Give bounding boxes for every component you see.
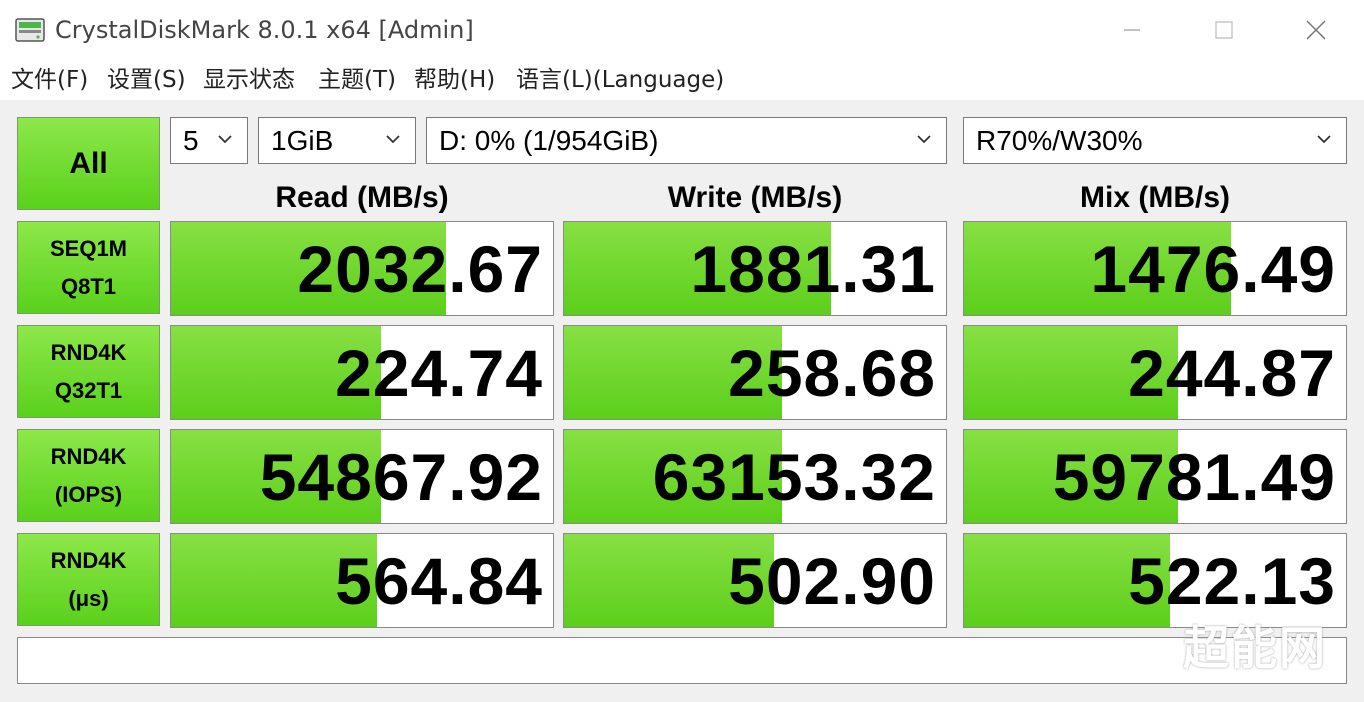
menu-help[interactable]: 帮助(H) — [414, 64, 495, 96]
size-select[interactable]: 1GiB — [258, 117, 416, 164]
test-label-line2: (IOPS) — [54, 481, 123, 507]
result-cell-mix: 244.87 — [963, 325, 1347, 420]
menu-theme[interactable]: 主题(T) — [318, 64, 396, 96]
result-value: 564.84 — [335, 543, 543, 618]
test-label-line1: RND4K — [50, 547, 127, 573]
minimize-icon — [1124, 29, 1140, 31]
drive-value: D: 0% (1/954GiB) — [439, 124, 659, 156]
window-title: CrystalDiskMark 8.0.1 x64 [Admin] — [55, 16, 474, 44]
close-button[interactable] — [1270, 0, 1362, 60]
minimize-button[interactable] — [1086, 0, 1178, 60]
comment-field[interactable] — [17, 637, 1347, 684]
result-value: 63153.32 — [652, 439, 936, 514]
result-cell-write: 1881.31 — [563, 221, 947, 316]
result-value: 54867.92 — [259, 439, 543, 514]
rnd4k-q32t1-button[interactable]: RND4K Q32T1 — [17, 325, 160, 418]
close-icon — [1306, 20, 1326, 40]
menu-file[interactable]: 文件(F) — [11, 64, 88, 96]
app-icon — [15, 18, 45, 42]
test-label-line2: Q8T1 — [60, 273, 117, 299]
drive-select[interactable]: D: 0% (1/954GiB) — [426, 117, 947, 164]
chevron-down-icon — [917, 135, 931, 144]
menu-bar: 文件(F) 设置(S) 显示状态 主题(T) 帮助(H) 语言(L)(Langu… — [0, 60, 1364, 100]
result-cell-write: 502.90 — [563, 533, 947, 628]
result-cell-mix: 1476.49 — [963, 221, 1347, 316]
read-column-header: Read (MB/s) — [275, 181, 449, 214]
test-label-line2: (μs) — [68, 585, 109, 611]
result-value: 1476.49 — [1090, 231, 1336, 306]
runs-select[interactable]: 5 — [170, 117, 248, 164]
rnd4k-latency-button[interactable]: RND4K (μs) — [17, 533, 160, 626]
test-label-line2: Q32T1 — [54, 377, 123, 403]
chevron-down-icon — [1317, 135, 1331, 144]
maximize-button[interactable] — [1178, 0, 1270, 60]
seq1m-q8t1-button[interactable]: SEQ1M Q8T1 — [17, 221, 160, 314]
result-cell-read: 2032.67 — [170, 221, 554, 316]
result-value: 59781.49 — [1052, 439, 1336, 514]
mix-ratio-select[interactable]: R70%/W30% — [963, 117, 1347, 164]
test-label-line1: RND4K — [50, 443, 127, 469]
result-cell-mix: 59781.49 — [963, 429, 1347, 524]
all-button[interactable]: All — [17, 117, 160, 210]
menu-display-status[interactable]: 显示状态 — [203, 64, 295, 96]
rnd4k-iops-button[interactable]: RND4K (IOPS) — [17, 429, 160, 522]
menu-settings[interactable]: 设置(S) — [107, 64, 186, 96]
write-column-header: Write (MB/s) — [667, 181, 843, 214]
result-value: 224.74 — [335, 335, 543, 410]
mix-column-header: Mix (MB/s) — [1080, 181, 1230, 214]
result-cell-read: 54867.92 — [170, 429, 554, 524]
chevron-down-icon — [386, 135, 400, 144]
mix-ratio-value: R70%/W30% — [976, 124, 1143, 156]
result-cell-write: 63153.32 — [563, 429, 947, 524]
maximize-icon — [1215, 21, 1233, 39]
chevron-down-icon — [218, 135, 232, 144]
test-label-line1: RND4K — [50, 339, 127, 365]
result-value: 244.87 — [1128, 335, 1336, 410]
result-value: 502.90 — [728, 543, 936, 618]
menu-language[interactable]: 语言(L)(Language) — [516, 64, 724, 96]
result-value: 258.68 — [728, 335, 936, 410]
test-label-line1: SEQ1M — [49, 235, 128, 261]
result-value: 2032.67 — [297, 231, 543, 306]
watermark: 超能网 — [1183, 621, 1327, 675]
result-cell-read: 224.74 — [170, 325, 554, 420]
runs-value: 5 — [183, 124, 199, 156]
result-value: 1881.31 — [690, 231, 936, 306]
title-bar: CrystalDiskMark 8.0.1 x64 [Admin] — [0, 0, 1364, 60]
size-value: 1GiB — [271, 124, 334, 156]
result-cell-write: 258.68 — [563, 325, 947, 420]
result-cell-read: 564.84 — [170, 533, 554, 628]
